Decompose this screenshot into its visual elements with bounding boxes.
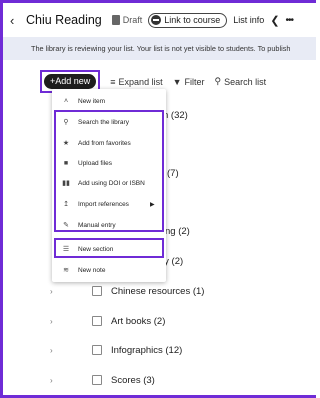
section-checkbox[interactable] (92, 316, 102, 326)
filter-button[interactable]: ▼ Filter (173, 77, 205, 87)
search-list-button[interactable]: ⚲ Search list (215, 76, 267, 87)
expand-list-button[interactable]: ≡ Expand list (110, 77, 162, 87)
add-new-button[interactable]: +Add new (44, 74, 97, 89)
list-info-button[interactable]: List info (233, 15, 264, 25)
draft-label: Draft (122, 15, 143, 25)
menu-item-new-item[interactable]: ˄ New item (52, 91, 166, 111)
search-icon: ⚲ (214, 76, 222, 86)
partial-row-text: (7) (167, 168, 179, 179)
expand-icon: ≡ (110, 76, 116, 87)
search-list-label: Search list (224, 76, 267, 87)
page-title: Chiu Reading (26, 13, 102, 27)
new-section-highlight (54, 238, 164, 258)
section-checkbox[interactable] (92, 375, 102, 385)
review-banner: The library is reviewing your list. Your… (3, 37, 316, 60)
section-checkbox[interactable] (92, 345, 102, 355)
chevron-right-icon[interactable]: › (50, 287, 53, 296)
link-to-course-label: Link to course (164, 15, 221, 25)
link-to-course-button[interactable]: Link to course (148, 12, 228, 28)
add-options-highlight (54, 110, 164, 232)
header: ‹ Chiu Reading Draft Link to course List… (3, 3, 316, 37)
add-new-dropdown: ˄ New item ⚲ Search the library ★ Add fr… (52, 89, 166, 282)
draft-status: Draft (111, 15, 143, 25)
note-icon: ≋ (63, 267, 69, 274)
partial-row-text: n (32) (163, 110, 188, 121)
menu-item-label: New note (78, 266, 106, 274)
link-icon (151, 15, 162, 25)
filter-icon: ▼ (172, 76, 182, 87)
chevron-right-icon[interactable]: › (50, 346, 53, 355)
chevron-right-icon[interactable]: › (50, 376, 53, 385)
back-chevron-icon[interactable]: ‹ (10, 13, 20, 28)
section-checkbox[interactable] (92, 286, 102, 296)
section-label: Art books (2) (111, 315, 166, 327)
partial-row-text: ng (2) (165, 226, 190, 237)
filter-label: Filter (184, 76, 205, 87)
more-options-icon[interactable]: ••• (286, 15, 294, 26)
menu-item-label: New item (78, 97, 106, 105)
chevron-right-icon[interactable]: › (50, 317, 53, 326)
document-icon (111, 15, 120, 25)
section-label: Infographics (12) (111, 344, 183, 356)
section-label: Scores (3) (111, 374, 155, 386)
section-label: Chinese resources (1) (111, 285, 205, 297)
expand-list-label: Expand list (118, 76, 163, 87)
share-icon[interactable]: ❮ (270, 14, 279, 27)
chevron-up-icon: ˄ (63, 97, 69, 105)
menu-item-new-note[interactable]: ≋ New note (52, 260, 166, 280)
